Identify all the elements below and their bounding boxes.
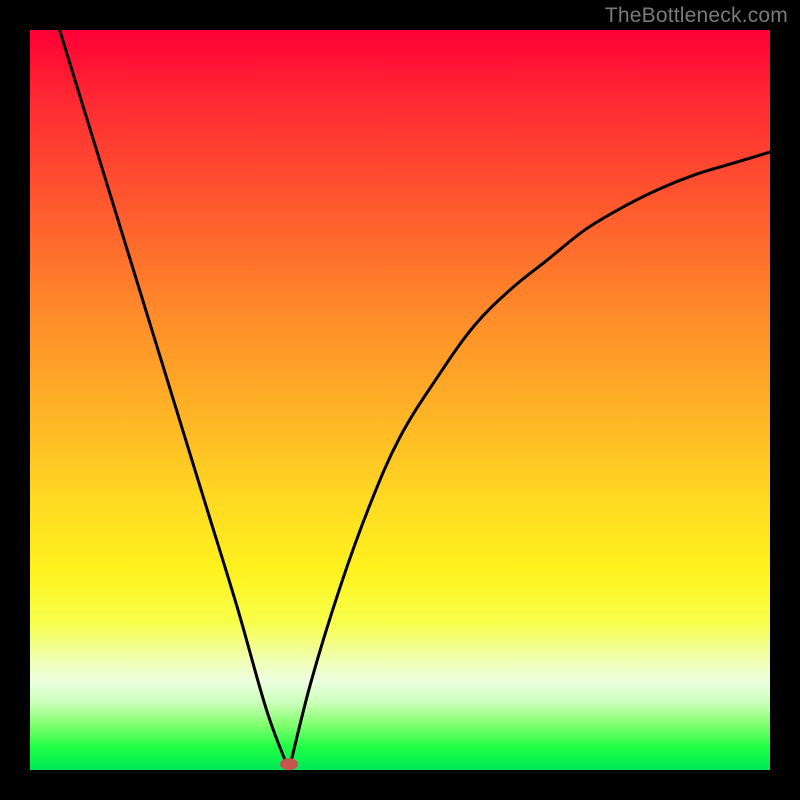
minimum-marker [280, 758, 298, 770]
chart-frame: TheBottleneck.com [0, 0, 800, 800]
curve-right-branch [289, 152, 770, 770]
curve-svg [30, 30, 770, 770]
watermark-text: TheBottleneck.com [605, 4, 788, 28]
plot-area [30, 30, 770, 770]
curve-left-branch [60, 30, 289, 770]
